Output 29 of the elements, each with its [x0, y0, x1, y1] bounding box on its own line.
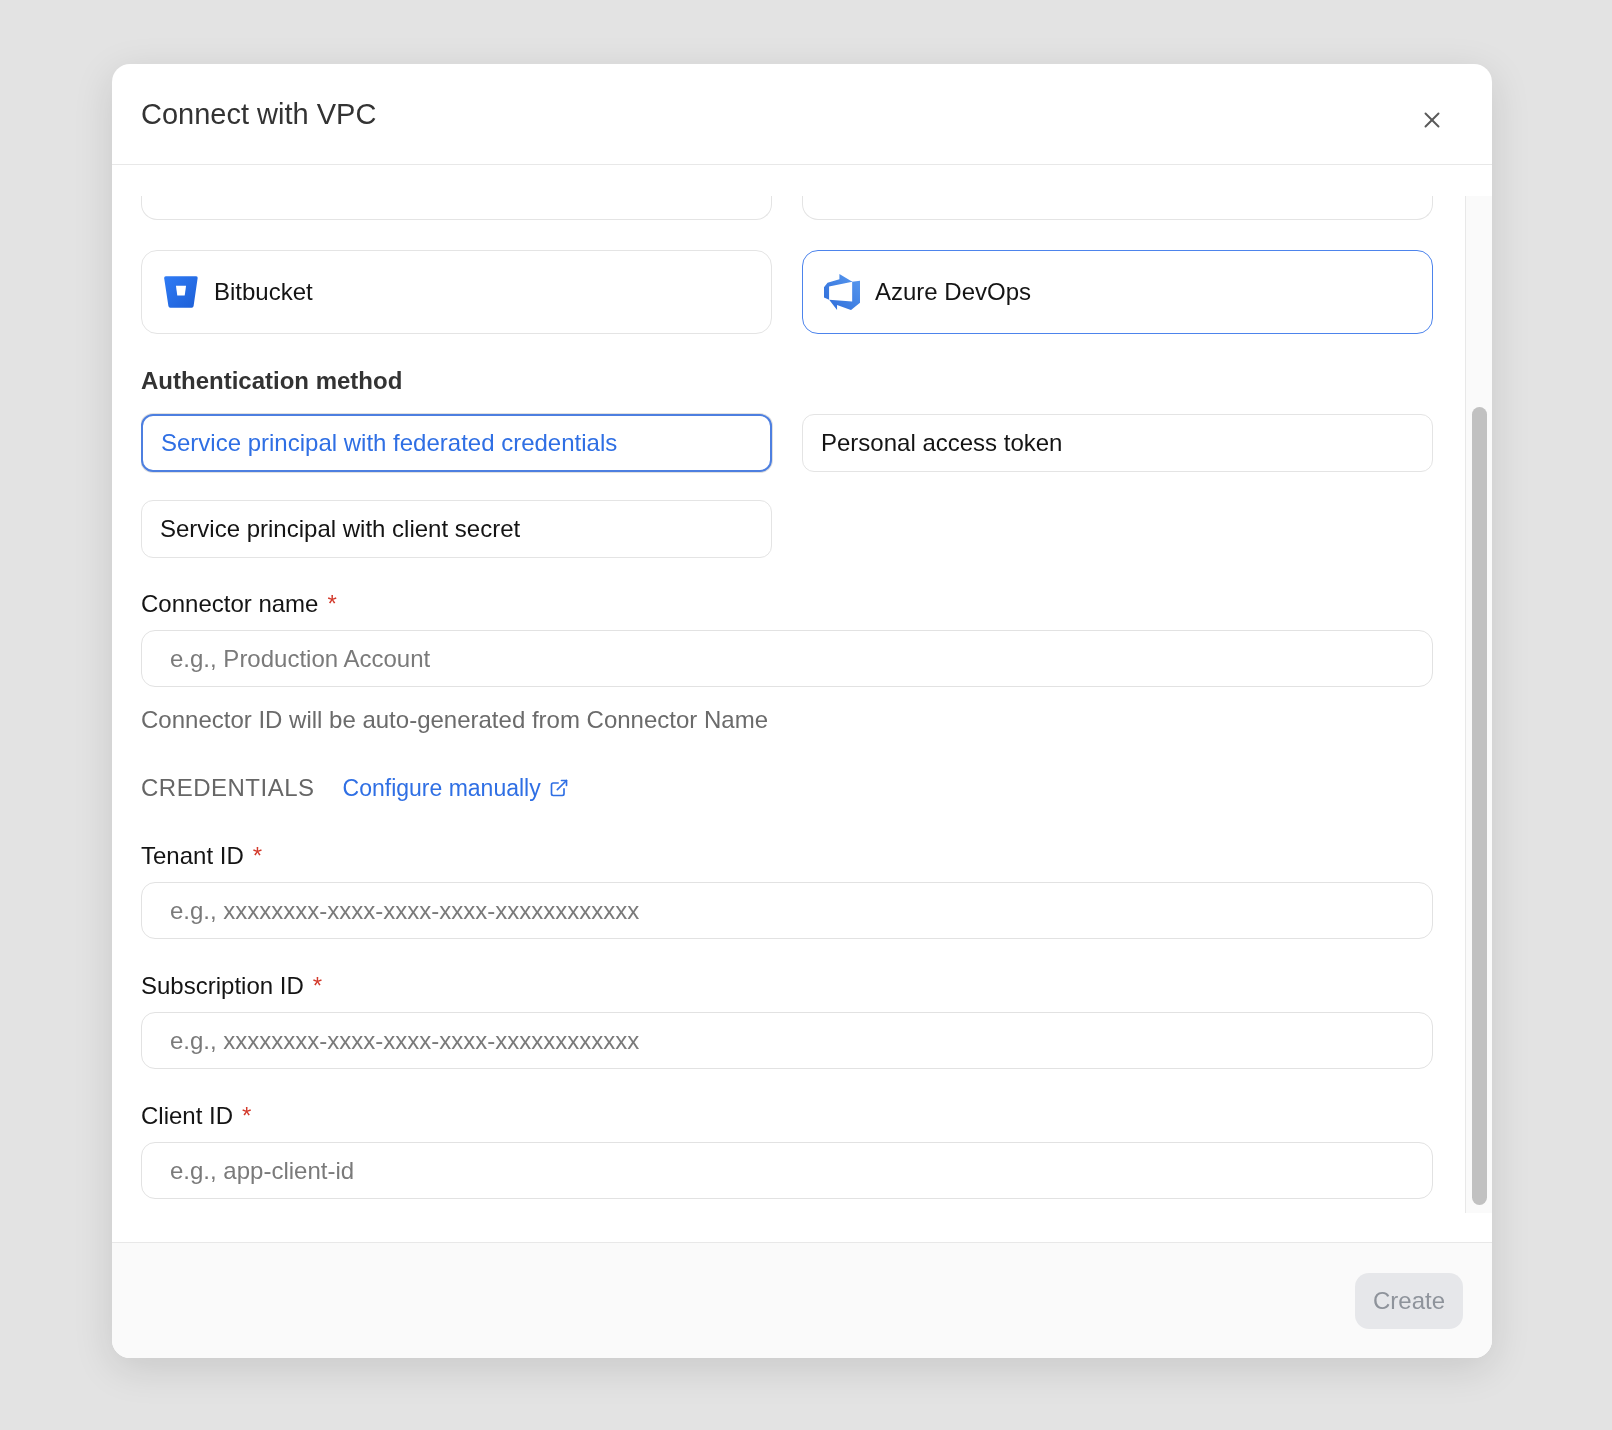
bitbucket-logo-icon: [163, 274, 199, 310]
provider-card[interactable]: Azure DevOps: [802, 250, 1433, 334]
field-label: Connector name: [141, 589, 319, 619]
help-text: Connector ID will be auto-generated from Connector Name: [141, 705, 768, 735]
provider-card[interactable]: Bitbucket: [141, 250, 772, 334]
provider-card[interactable]: [141, 196, 772, 220]
azure-devops-logo-icon: [824, 274, 860, 310]
input-field[interactable]: e.g., app-client-id: [141, 1142, 1433, 1199]
input-field[interactable]: e.g., xxxxxxxx-xxxx-xxxx-xxxx-xxxxxxxxxxxx: [141, 882, 1433, 939]
field-label: Client ID: [141, 1101, 234, 1131]
auth-option[interactable]: Service principal with client secret: [141, 500, 772, 558]
section-label: Authentication method: [141, 366, 403, 396]
required-mark: *: [327, 589, 337, 619]
field-label: Subscription ID: [141, 971, 304, 1001]
required-mark: *: [252, 841, 263, 871]
field-label: Tenant ID: [141, 841, 244, 871]
external-link-icon: [548, 778, 569, 798]
section-heading: CREDENTIALS: [141, 773, 315, 803]
dialog-title: Connect with VPC: [141, 97, 377, 132]
scrollbar-thumb[interactable]: [1471, 407, 1487, 1205]
configure-manually-link[interactable]: Configure manually: [342, 773, 569, 803]
input-field[interactable]: e.g., Production Account: [141, 630, 1433, 687]
auth-option[interactable]: Service principal with federated credentials: [141, 414, 772, 472]
auth-option[interactable]: Personal access token: [802, 414, 1433, 472]
provider-card[interactable]: [802, 196, 1433, 220]
scrollbar-track[interactable]: [1465, 196, 1492, 1213]
input-field[interactable]: e.g., xxxxxxxx-xxxx-xxxx-xxxx-xxxxxxxxxxxx: [141, 1012, 1433, 1069]
required-mark: *: [312, 971, 323, 1001]
required-mark: *: [242, 1101, 252, 1131]
